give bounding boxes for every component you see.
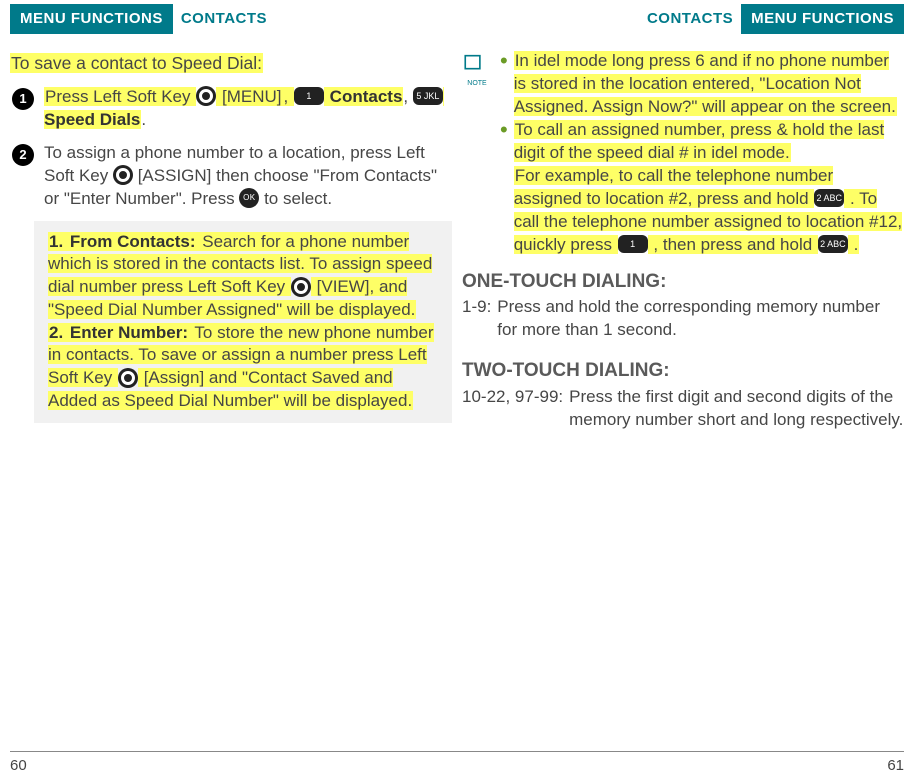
header-left: MENU FUNCTIONS CONTACTS	[10, 4, 452, 34]
two-touch-key: 10-22, 97-99:	[462, 386, 563, 432]
one-touch-heading: ONE-TOUCH DIALING:	[462, 269, 904, 295]
page-left: MENU FUNCTIONS CONTACTS To save a contac…	[10, 4, 452, 438]
step-2: 2 To assign a phone number to a location…	[10, 142, 452, 211]
two-touch-heading: TWO-TOUCH DIALING:	[462, 358, 904, 384]
step-1-badge: 1	[12, 88, 34, 110]
step-2-body: To assign a phone number to a location, …	[44, 142, 452, 211]
speed-dial-title-text: To save a contact to Speed Dial:	[10, 53, 263, 73]
footer: 60 61	[10, 751, 904, 776]
softkey-icon	[196, 86, 216, 106]
softkey-icon	[291, 277, 311, 297]
page-right: CONTACTS MENU FUNCTIONS NOTE • In idel m…	[462, 4, 904, 438]
page-number-left: 60	[10, 756, 27, 776]
step-1: 1 Press Left Soft Key [MENU], 1 Contacts…	[10, 86, 452, 132]
bullet-icon: •	[500, 50, 508, 119]
menu-functions-label: MENU FUNCTIONS	[741, 4, 904, 34]
page-number-right: 61	[887, 756, 904, 776]
sub-options-box: 1. From Contacts: Search for a phone num…	[34, 221, 452, 423]
section-label: CONTACTS	[647, 4, 733, 29]
softkey-icon	[118, 368, 138, 388]
note-block: NOTE • In idel mode long press 6 and if …	[462, 50, 904, 256]
menu-functions-label: MENU FUNCTIONS	[10, 4, 173, 34]
key-2-icon: 2 ABC	[818, 235, 848, 253]
speed-dial-title: To save a contact to Speed Dial:	[10, 52, 452, 76]
ok-key-icon: OK	[239, 188, 259, 208]
sub-option-1: 1. From Contacts: Search for a phone num…	[48, 231, 440, 322]
bullet-icon: •	[500, 119, 508, 257]
softkey-icon	[113, 165, 133, 185]
key-1-icon: 1	[294, 87, 324, 105]
note-icon: NOTE	[462, 52, 492, 256]
note-body: • In idel mode long press 6 and if no ph…	[500, 50, 904, 256]
key-5-icon: 5 JKL	[413, 87, 443, 105]
note-bullet-1: • In idel mode long press 6 and if no ph…	[500, 50, 904, 119]
one-touch-key: 1-9:	[462, 296, 491, 342]
key-1-icon: 1	[618, 235, 648, 253]
step-2-badge: 2	[12, 144, 34, 166]
step-1-body: Press Left Soft Key [MENU], 1 Contacts, …	[44, 86, 452, 132]
one-touch-val: Press and hold the corresponding memory …	[497, 296, 904, 342]
note-label: NOTE	[462, 79, 492, 88]
two-touch-val: Press the first digit and second digits …	[569, 386, 904, 432]
header-right: CONTACTS MENU FUNCTIONS	[462, 4, 904, 34]
one-touch-def: 1-9: Press and hold the corresponding me…	[462, 296, 904, 342]
key-2-icon: 2 ABC	[814, 189, 844, 207]
sub-option-2: 2. Enter Number: To store the new phone …	[48, 322, 440, 413]
two-touch-def: 10-22, 97-99: Press the first digit and …	[462, 386, 904, 432]
section-label: CONTACTS	[181, 4, 267, 29]
note-bullet-2: • To call an assigned number, press & ho…	[500, 119, 904, 257]
